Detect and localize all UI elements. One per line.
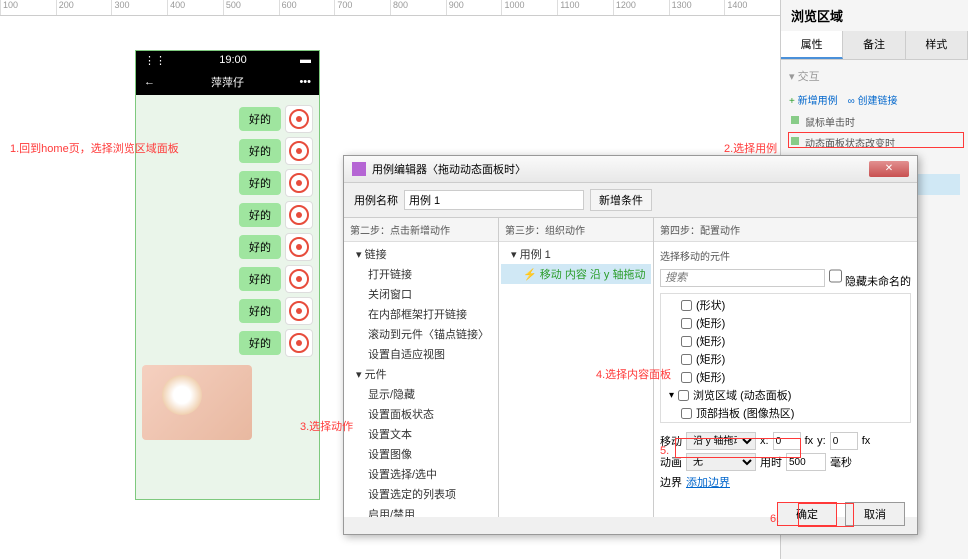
phone-nav-bar: ← 萍萍仔 ••• — [136, 69, 319, 95]
ruler-horizontal: 1002003004005006007008009001000110012001… — [0, 0, 780, 16]
col2-header: 第三步：组织动作 — [499, 218, 653, 242]
case-name-input[interactable] — [404, 190, 584, 210]
tree-item[interactable]: 设置文本 — [346, 424, 496, 444]
close-button[interactable]: ✕ — [869, 161, 909, 177]
phone-mockup[interactable]: ⋮⋮ 19:00 ▬ ← 萍萍仔 ••• 好的 好的 好的 好的 好的 好的 好… — [135, 50, 320, 500]
avatar — [285, 169, 313, 197]
comp-item[interactable]: (矩形) — [663, 332, 908, 350]
avatar — [285, 201, 313, 229]
comp-item[interactable]: (矩形) — [663, 350, 908, 368]
back-icon[interactable]: ← — [144, 76, 155, 88]
tree-item[interactable]: 在内部框架打开链接 — [346, 304, 496, 324]
tree-item[interactable]: 滚动到元件〈锚点链接〉 — [346, 324, 496, 344]
tab-properties[interactable]: 属性 — [781, 31, 843, 59]
dialog-footer: 确定 取消 — [777, 502, 905, 526]
wifi-icon: ⋮⋮ — [144, 54, 166, 67]
move-x-input[interactable] — [773, 432, 801, 450]
chat-message: 好的 — [142, 329, 313, 357]
phone-time: 19:00 — [219, 54, 247, 66]
event-click[interactable]: 鼠标单击时 — [789, 111, 960, 132]
annotation-4: 4.选择内容面板 — [596, 366, 671, 382]
actions-column: 第二步：点击新增动作 ▾ 链接 打开链接 关闭窗口 在内部框架打开链接 滚动到元… — [344, 218, 499, 517]
add-condition-button[interactable]: 新增条件 — [590, 189, 652, 211]
duration-label: 用时 — [760, 454, 782, 470]
configure-column: 第四步：配置动作 选择移动的元件 隐藏未命名的 (形状) (矩形) (矩形) (… — [654, 218, 917, 517]
phone-status-bar: ⋮⋮ 19:00 ▬ — [136, 51, 319, 69]
more-icon[interactable]: ••• — [299, 76, 311, 88]
tree-item[interactable]: 显示/隐藏 — [346, 384, 496, 404]
ok-button[interactable]: 确定 — [777, 502, 837, 526]
move-type-select[interactable]: 沿 y 轴拖动 — [686, 432, 756, 450]
tab-style[interactable]: 样式 — [906, 31, 968, 59]
comp-item[interactable]: 底部挡板 (图像热区) — [663, 422, 908, 423]
cancel-button[interactable]: 取消 — [845, 502, 905, 526]
move-y-input[interactable] — [830, 432, 858, 450]
annotation-3: 3.选择动作 — [300, 418, 353, 434]
tree-links[interactable]: ▾ 链接 — [346, 244, 496, 264]
chat-message: 好的 — [142, 169, 313, 197]
chat-photo — [142, 365, 252, 440]
tree-item[interactable]: 设置图像 — [346, 444, 496, 464]
hide-unnamed-checkbox[interactable]: 隐藏未命名的 — [829, 267, 911, 289]
case-name-label: 用例名称 — [354, 192, 398, 208]
comp-item[interactable]: 顶部挡板 (图像热区) — [663, 404, 908, 422]
action-node[interactable]: ⚡ 移动 内容 沿 y 轴拖动 — [501, 264, 651, 284]
dialog-titlebar[interactable]: 用例编辑器〈拖动动态面板时〉 ✕ — [344, 156, 917, 183]
chat-message: 好的 — [142, 297, 313, 325]
tab-notes[interactable]: 备注 — [843, 31, 905, 59]
duration-input[interactable] — [786, 453, 826, 471]
col3-header: 第四步：配置动作 — [654, 218, 917, 242]
bound-label: 边界 — [660, 474, 682, 490]
dialog-title-text: 用例编辑器〈拖动动态面板时〉 — [372, 161, 526, 177]
chat-message: 好的 — [142, 201, 313, 229]
annotation-1: 1.回到home页，选择浏览区域面板 — [10, 140, 179, 156]
tree-item[interactable]: 打开链接 — [346, 264, 496, 284]
case-node[interactable]: ▾ 用例 1 — [501, 244, 651, 264]
panel-tabs: 属性 备注 样式 — [781, 31, 968, 60]
component-list[interactable]: (形状) (矩形) (矩形) (矩形) (矩形) ▾ 浏览区域 (动态面板) 顶… — [660, 293, 911, 423]
avatar — [285, 137, 313, 165]
chat-message: 好的 — [142, 233, 313, 261]
col1-header: 第二步：点击新增动作 — [344, 218, 498, 242]
dialog-icon — [352, 162, 366, 176]
add-bound-link[interactable]: 添加边界 — [686, 474, 730, 490]
avatar — [285, 297, 313, 325]
select-widget-label: 选择移动的元件 — [660, 248, 911, 263]
chat-message: 好的 — [142, 265, 313, 293]
tree-item[interactable]: 关闭窗口 — [346, 284, 496, 304]
case-name-row: 用例名称 新增条件 — [344, 183, 917, 217]
avatar — [285, 265, 313, 293]
tree-item[interactable]: 设置面板状态 — [346, 404, 496, 424]
annotation-6: 6. — [770, 513, 779, 525]
create-link-link[interactable]: ∞ 创建链接 — [848, 92, 898, 107]
annotation-5: 5. — [660, 445, 669, 457]
chat-message: 好的 — [142, 105, 313, 133]
anim-type-select[interactable]: 无 — [686, 453, 756, 471]
search-input[interactable] — [660, 269, 825, 287]
event-panel-state-change[interactable]: 动态面板状态改变时 — [789, 132, 960, 153]
avatar — [285, 233, 313, 261]
comp-item-panel[interactable]: ▾ 浏览区域 (动态面板) — [663, 386, 908, 404]
actions-tree[interactable]: ▾ 链接 打开链接 关闭窗口 在内部框架打开链接 滚动到元件〈锚点链接〉 设置自… — [344, 242, 498, 517]
tree-item[interactable]: 设置选择/选中 — [346, 464, 496, 484]
comp-item[interactable]: (矩形) — [663, 368, 908, 386]
section-header[interactable]: ▾ 交互 — [789, 68, 960, 84]
tree-item[interactable]: 启用/禁用 — [346, 504, 496, 517]
avatar — [285, 105, 313, 133]
comp-item[interactable]: (矩形) — [663, 314, 908, 332]
avatar — [285, 329, 313, 357]
duration-unit: 毫秒 — [830, 454, 852, 470]
add-case-link[interactable]: + 新增用例 — [789, 92, 838, 107]
move-controls: 移动 沿 y 轴拖动 x:fx y:fx 动画 无 用时 毫秒 边界 — [660, 429, 911, 493]
chat-title: 萍萍仔 — [211, 74, 244, 90]
case-editor-dialog: 用例编辑器〈拖动动态面板时〉 ✕ 用例名称 新增条件 第二步：点击新增动作 ▾ … — [343, 155, 918, 535]
comp-item[interactable]: (形状) — [663, 296, 908, 314]
battery-icon: ▬ — [300, 54, 311, 66]
annotation-2: 2.选择用例 — [724, 140, 777, 156]
panel-title: 浏览区域 — [781, 0, 968, 31]
tree-widgets[interactable]: ▾ 元件 — [346, 364, 496, 384]
tree-item[interactable]: 设置选定的列表项 — [346, 484, 496, 504]
tree-item[interactable]: 设置自适应视图 — [346, 344, 496, 364]
